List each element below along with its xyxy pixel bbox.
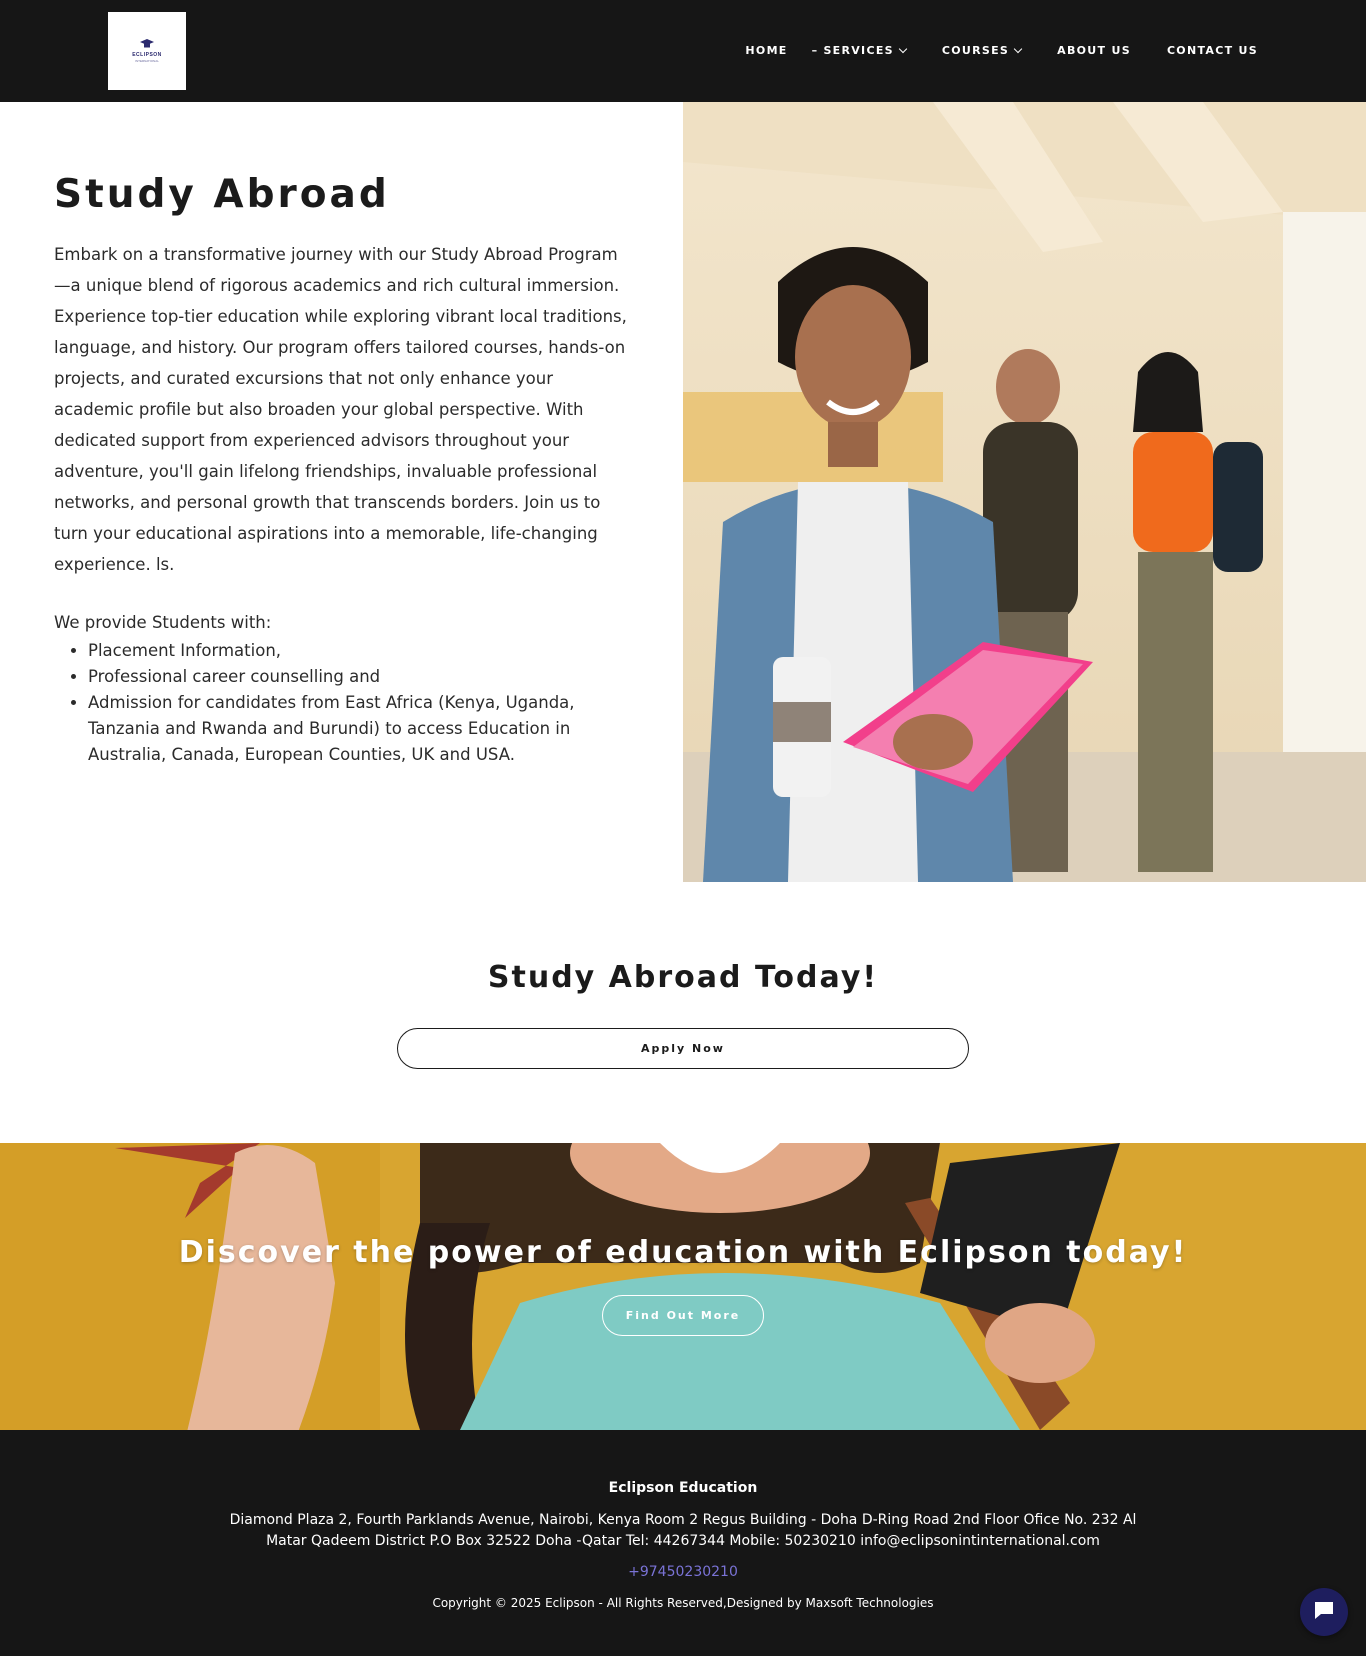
logo-text: ECLIPSON — [132, 52, 162, 58]
footer-copyright: Copyright © 2025 Eclipson - All Rights R… — [432, 1596, 934, 1610]
chat-icon — [1313, 1600, 1335, 1624]
graduation-cap-icon — [140, 39, 154, 49]
site-footer: Eclipson Education Diamond Plaza 2, Four… — [0, 1430, 1366, 1656]
nav-services[interactable]: – SERVICES — [811, 44, 908, 57]
site-header: ECLIPSON INTERNATIONAL HOME – SERVICES C… — [0, 0, 1366, 102]
cta-section: Study Abroad Today! Apply Now — [0, 882, 1366, 1143]
hero-section: Study Abroad Embark on a transformative … — [0, 102, 1366, 882]
nav-contact[interactable]: CONTACT US — [1167, 44, 1258, 57]
chevron-down-icon — [1013, 44, 1023, 53]
page-title: Study Abroad — [54, 172, 390, 217]
apply-now-button[interactable]: Apply Now — [397, 1028, 969, 1069]
footer-address: Diamond Plaza 2, Fourth Parklands Avenue… — [229, 1512, 1137, 1549]
nav-courses-label: COURSES — [941, 44, 1010, 57]
list-item: Admission for candidates from East Afric… — [88, 690, 634, 768]
footer-brand: Eclipson Education — [608, 1480, 758, 1496]
list-item: Placement Information, — [88, 638, 634, 664]
nav-about-label: ABOUT US — [1057, 44, 1131, 57]
nav-contact-label: CONTACT US — [1166, 44, 1258, 57]
hero-description: Embark on a transformative journey with … — [54, 245, 627, 574]
footer-phone-link[interactable]: +97450230210 — [0, 1564, 1366, 1580]
nav-home[interactable]: HOME — [745, 44, 787, 57]
main-nav: HOME – SERVICES COURSES ABOUT US CONTACT… — [745, 44, 1258, 57]
logo[interactable]: ECLIPSON INTERNATIONAL — [108, 12, 186, 90]
banner-photo — [0, 1143, 1366, 1430]
chevron-down-icon — [898, 44, 908, 53]
nav-courses[interactable]: COURSES — [941, 44, 1023, 57]
hero-photo-students — [683, 102, 1366, 882]
hero-content: Study Abroad Embark on a transformative … — [54, 172, 634, 768]
nav-home-label: HOME — [745, 44, 788, 57]
promo-banner: Discover the power of education with Ecl… — [0, 1143, 1366, 1430]
nav-about[interactable]: ABOUT US — [1057, 44, 1131, 57]
find-out-more-button[interactable]: Find Out More — [602, 1295, 764, 1336]
list-item: Professional career counselling and — [88, 664, 634, 690]
cta-title: Study Abroad Today! — [487, 960, 879, 995]
logo-subtext: INTERNATIONAL — [135, 59, 159, 63]
banner-title: Discover the power of education with Ecl… — [178, 1235, 1188, 1270]
active-indicator: – — [811, 44, 819, 57]
provide-intro: We provide Students with: — [54, 613, 272, 632]
services-list: Placement Information, Professional care… — [54, 638, 634, 768]
chat-button[interactable] — [1300, 1588, 1348, 1636]
nav-services-label: SERVICES — [823, 44, 894, 57]
